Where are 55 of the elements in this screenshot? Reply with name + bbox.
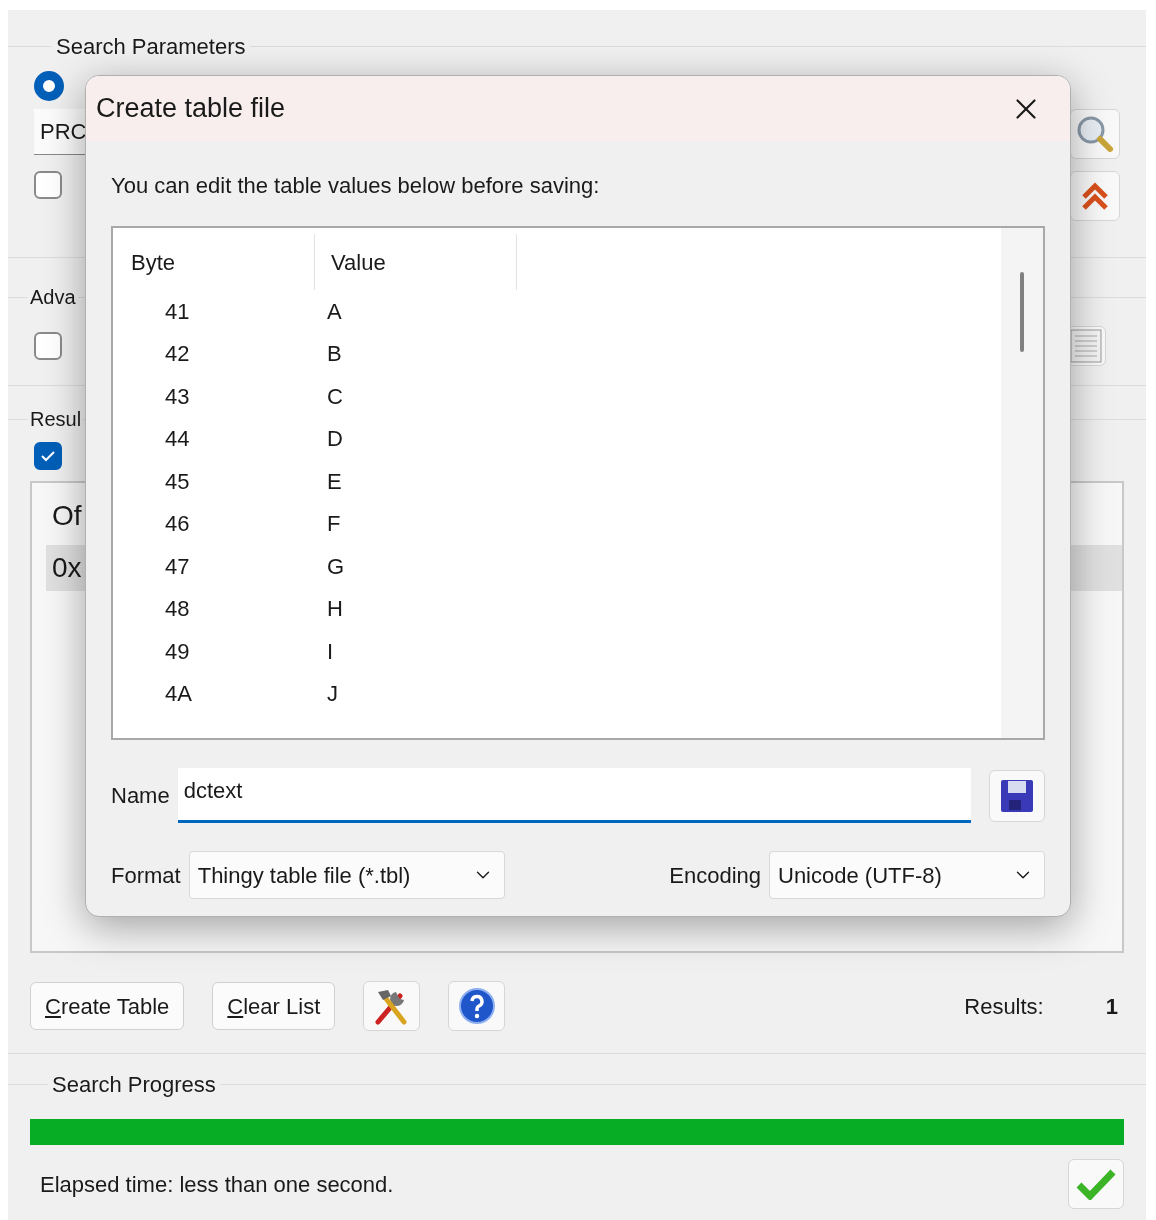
column-header[interactable]: Value <box>315 234 517 290</box>
table-cell-text: I <box>326 637 334 666</box>
table-cell-text: 42 <box>164 340 191 369</box>
column-header[interactable]: Byte <box>113 234 315 290</box>
search-button[interactable] <box>1070 109 1120 159</box>
help-icon <box>457 987 496 1025</box>
dialog-message: You can edit the table values below before saving: <box>111 172 601 200</box>
group-title: Search Parameters <box>55 33 247 61</box>
table-cell-text: A <box>326 297 342 326</box>
group-title: Adva <box>29 285 77 310</box>
format-dropdown[interactable]: Thingy table file (*.tbl) <box>188 851 505 899</box>
table-cell-text: 4A <box>164 680 193 709</box>
table-cell-text: J <box>326 680 338 709</box>
column-header: Of <box>52 500 82 531</box>
checkmark-icon <box>1076 1168 1116 1200</box>
collapse-button[interactable] <box>1070 171 1120 221</box>
tools-button[interactable] <box>363 981 421 1031</box>
field-label: Name <box>111 782 170 810</box>
double-chevron-up-icon <box>1080 181 1110 211</box>
table-cell-text: 41 <box>164 297 191 326</box>
table-cell-text: 45 <box>164 467 191 496</box>
dialog-title: Create table file <box>96 92 286 126</box>
encoding-dropdown[interactable]: Unicode (UTF-8) <box>769 851 1045 899</box>
table-cell-text: 49 <box>164 637 191 666</box>
table-cell-text: H <box>326 595 343 624</box>
table-cell-text: 47 <box>164 552 191 581</box>
table-cell-text: C <box>326 382 343 411</box>
name-field[interactable]: dctext <box>177 768 971 823</box>
done-button[interactable] <box>1068 1159 1124 1209</box>
group-title: Resul <box>29 407 83 432</box>
action-button[interactable]: Clear List <box>212 982 336 1030</box>
results-label: Results: <box>964 992 1044 1021</box>
checkbox[interactable] <box>34 171 62 199</box>
help-button[interactable] <box>448 981 506 1031</box>
table-cell-text: F <box>326 510 341 539</box>
table-cell-text: E <box>326 467 342 496</box>
table-cell-text: B <box>326 340 342 369</box>
checkmark-icon <box>40 450 56 462</box>
table-cell-text: 43 <box>164 382 191 411</box>
table-cell-text: D <box>326 425 343 454</box>
elapsed-time: Elapsed time: less than one second. <box>40 1170 394 1199</box>
table-cell-text: G <box>326 552 345 581</box>
radio-button[interactable] <box>34 71 64 101</box>
results-count: 1 <box>1105 992 1118 1021</box>
table-cell-text: 44 <box>164 425 191 454</box>
table-cell-text: 46 <box>164 510 191 539</box>
table-cell-text: 48 <box>164 595 191 624</box>
action-button[interactable]: Create Table <box>30 982 185 1030</box>
checkbox[interactable] <box>34 442 62 470</box>
field-label: Encoding <box>669 861 761 890</box>
group-title: Search Progress <box>51 1071 217 1099</box>
save-button[interactable] <box>989 769 1045 822</box>
search-icon <box>1075 114 1115 154</box>
checkbox[interactable] <box>34 332 62 360</box>
field-label: Format <box>111 861 181 890</box>
